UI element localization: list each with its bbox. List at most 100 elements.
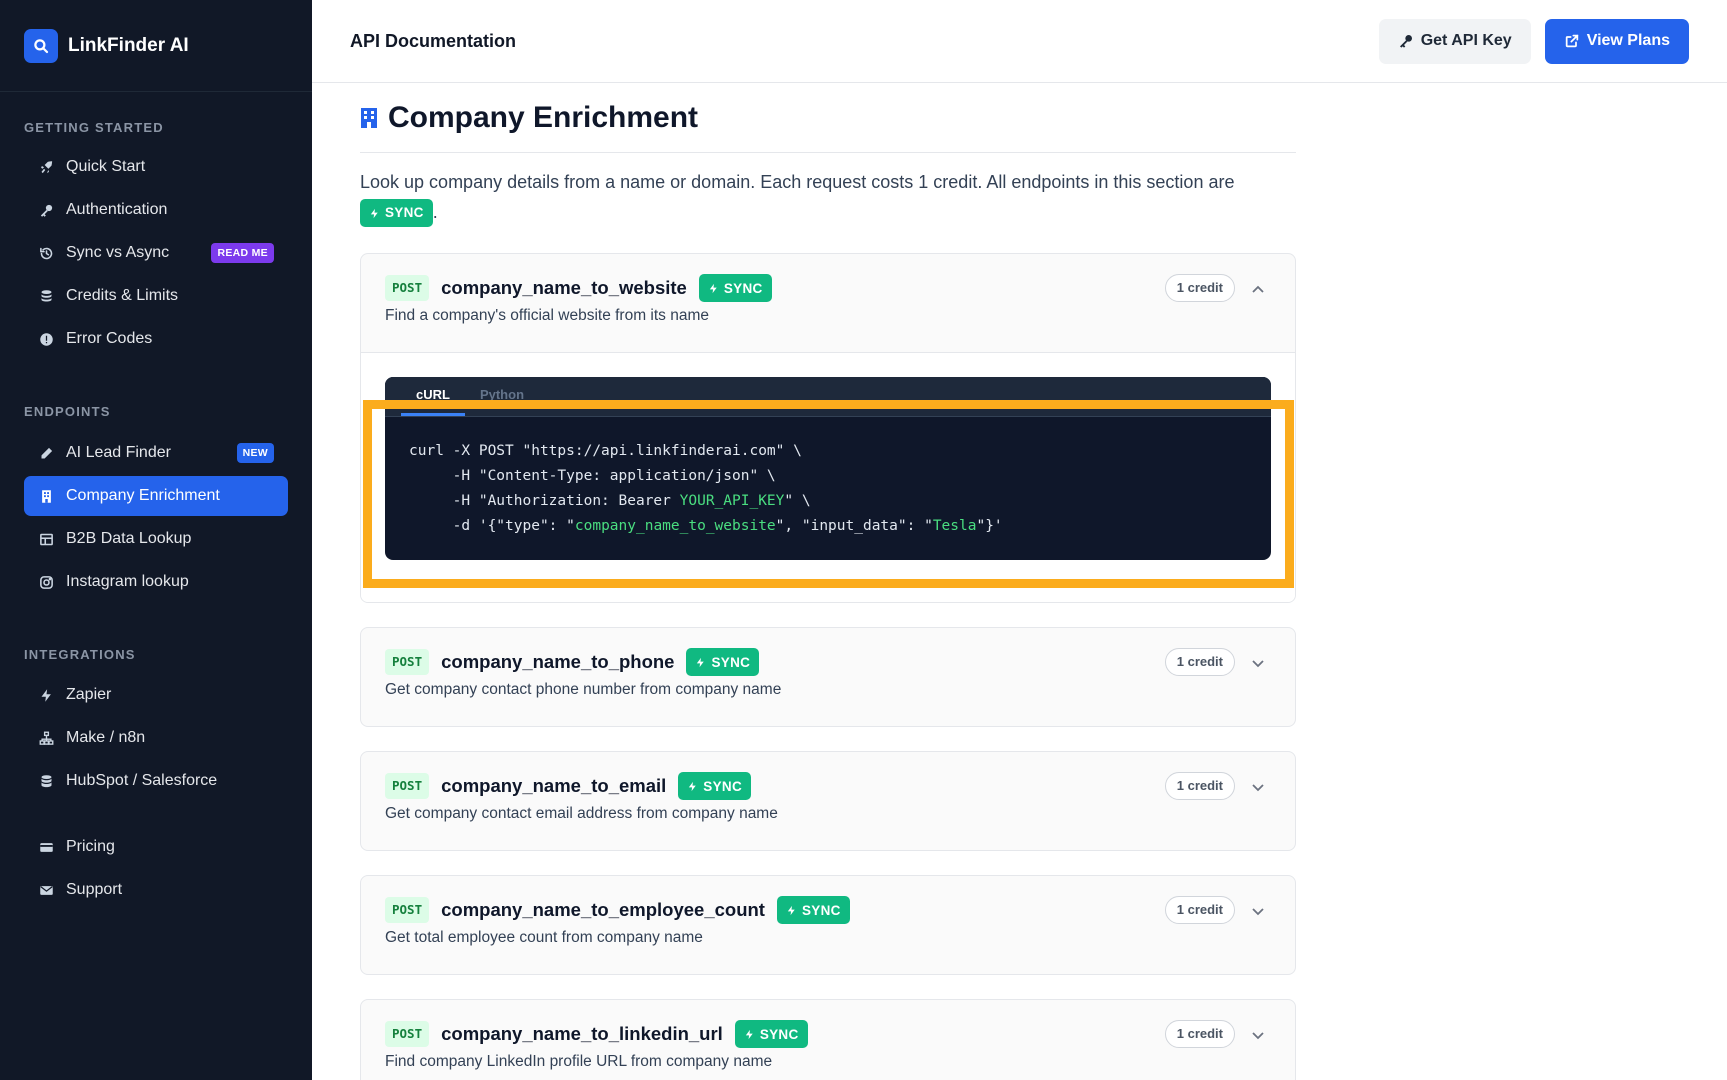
credit-badge: 1 credit (1164, 274, 1235, 303)
method-badge: POST (385, 773, 430, 800)
endpoint-card: POST company_name_to_email SYNC Get comp… (360, 751, 1296, 852)
table-icon (38, 531, 54, 547)
code-line: curl -X POST "https://api.linkfinderai.c… (409, 443, 802, 460)
external-link-icon (1565, 34, 1578, 48)
endpoint-description: Find company LinkedIn profile URL from c… (385, 1053, 773, 1071)
sidebar-item-zapier[interactable]: Zapier (24, 675, 288, 715)
sidebar-item-hubspot-salesforce[interactable]: HubSpot / Salesforce (24, 761, 288, 801)
method-badge: POST (385, 897, 430, 924)
page-title-row: Company Enrichment (360, 83, 1296, 153)
sidebar-item-label: B2B Data Lookup (66, 530, 192, 547)
endpoint-name: company_name_to_website (441, 277, 687, 299)
nav-section-getting-started: GETTING STARTED Quick Start Authenticati… (0, 118, 312, 359)
endpoint-card-body: cURL Python curl -X POST "https://api.li… (361, 352, 1295, 603)
coins-icon (38, 288, 54, 304)
sync-badge: SYNC (686, 648, 760, 677)
code-text: ", "input_data": " (775, 518, 933, 535)
bolt-icon (697, 657, 705, 667)
intro-sentence: Look up company details from a name or d… (360, 172, 1235, 192)
sync-badge-label: SYNC (723, 280, 763, 296)
envelope-icon (38, 882, 54, 898)
sidebar-item-pricing[interactable]: Pricing (24, 827, 288, 867)
sidebar-item-error-codes[interactable]: Error Codes (24, 319, 288, 359)
view-plans-button[interactable]: View Plans (1544, 18, 1689, 64)
chevron-down-icon[interactable] (1251, 1028, 1265, 1042)
header-title: API Documentation (350, 30, 517, 51)
read-me-badge: READ ME (211, 243, 274, 263)
endpoint-description: Get company contact email address from c… (385, 805, 778, 823)
building-icon (38, 488, 54, 504)
sidebar-item-company-enrichment[interactable]: Company Enrichment (24, 476, 288, 516)
method-badge: POST (385, 1021, 430, 1048)
instagram-icon (38, 574, 54, 590)
get-api-key-button[interactable]: Get API Key (1378, 18, 1531, 64)
credit-badge: 1 credit (1164, 1020, 1235, 1049)
sidebar-item-label: Quick Start (66, 158, 146, 175)
code-text: -H "Authorization: Bearer (409, 493, 680, 510)
sidebar-item-sync-vs-async[interactable]: Sync vs Async READ ME (24, 233, 288, 273)
sidebar-item-credits-limits[interactable]: Credits & Limits (24, 276, 288, 316)
nav-section-integrations: INTEGRATIONS Zapier Make / n8n HubSpot /… (0, 645, 312, 801)
credit-card-icon (38, 839, 54, 855)
sidebar-item-ai-lead-finder[interactable]: AI Lead Finder NEW (24, 433, 288, 473)
endpoint-card-header[interactable]: POST company_name_to_employee_count SYNC… (361, 876, 1295, 974)
code-content: curl -X POST "https://api.linkfinderai.c… (385, 417, 1271, 560)
get-api-key-label: Get API Key (1420, 32, 1512, 49)
sync-badge: SYNC (734, 1020, 808, 1049)
bolt-icon (787, 905, 795, 915)
brand-name: LinkFinder AI (68, 34, 189, 56)
history-icon (38, 245, 54, 261)
bolt-icon (689, 781, 697, 791)
building-icon (361, 107, 377, 128)
chevron-down-icon[interactable] (1251, 904, 1265, 918)
code-string: Tesla (932, 518, 977, 535)
tab-python[interactable]: Python (465, 377, 539, 416)
endpoint-card-header[interactable]: POST company_name_to_email SYNC Get comp… (361, 752, 1295, 850)
code-block: cURL Python curl -X POST "https://api.li… (385, 377, 1271, 561)
sidebar-item-authentication[interactable]: Authentication (24, 190, 288, 230)
sidebar-item-label: Credits & Limits (66, 287, 179, 304)
sidebar-item-quick-start[interactable]: Quick Start (24, 147, 288, 187)
endpoint-card-header[interactable]: POST company_name_to_linkedin_url SYNC F… (361, 1000, 1295, 1080)
endpoint-description: Get company contact phone number from co… (385, 681, 782, 699)
chevron-down-icon[interactable] (1251, 656, 1265, 670)
sidebar-item-make-n8n[interactable]: Make / n8n (24, 718, 288, 758)
intro-period: . (432, 202, 438, 222)
sidebar-item-support[interactable]: Support (24, 870, 288, 910)
sidebar-item-label: Company Enrichment (66, 487, 220, 504)
tab-curl[interactable]: cURL (401, 377, 465, 417)
endpoint-name: company_name_to_email (441, 775, 667, 797)
nav-heading: INTEGRATIONS (24, 647, 136, 662)
brand-logo-search-icon (24, 28, 58, 63)
endpoint-card: POST company_name_to_phone SYNC Get comp… (360, 627, 1296, 728)
chevron-up-icon[interactable] (1251, 282, 1265, 296)
sync-badge: SYNC (776, 896, 850, 925)
sidebar-item-instagram-lookup[interactable]: Instagram lookup (24, 562, 288, 602)
endpoint-card-header[interactable]: POST company_name_to_website SYNC Find a… (361, 254, 1295, 352)
page-title: Company Enrichment (388, 100, 699, 134)
brand[interactable]: LinkFinder AI (0, 0, 312, 92)
sync-badge-label: SYNC (759, 1026, 799, 1042)
sidebar-item-label: Make / n8n (66, 729, 146, 746)
sync-badge: SYNC (698, 274, 772, 303)
sidebar-item-label: Error Codes (66, 330, 153, 347)
code-line: -H "Authorization: Bearer YOUR_API_KEY" … (409, 489, 1247, 514)
code-text: "}' (976, 518, 1003, 535)
nav-heading: GETTING STARTED (24, 120, 164, 135)
sidebar-item-b2b-data-lookup[interactable]: B2B Data Lookup (24, 519, 288, 559)
endpoint-card: POST company_name_to_employee_count SYNC… (360, 875, 1296, 976)
pencil-icon (38, 445, 54, 461)
code-text: " \ (784, 493, 811, 510)
nav-section-footer: Pricing Support (0, 827, 312, 910)
chevron-down-icon[interactable] (1251, 780, 1265, 794)
alert-circle-icon (38, 331, 54, 347)
endpoint-name: company_name_to_linkedin_url (441, 1023, 723, 1045)
key-icon (38, 202, 54, 218)
code-text: -d '{"type": " (409, 518, 575, 535)
key-icon (1399, 35, 1412, 48)
sync-badge-label: SYNC (711, 654, 751, 670)
method-badge: POST (385, 649, 430, 676)
endpoint-description: Find a company's official website from i… (385, 307, 710, 325)
endpoint-card-header[interactable]: POST company_name_to_phone SYNC Get comp… (361, 628, 1295, 726)
bolt-icon (38, 687, 54, 703)
